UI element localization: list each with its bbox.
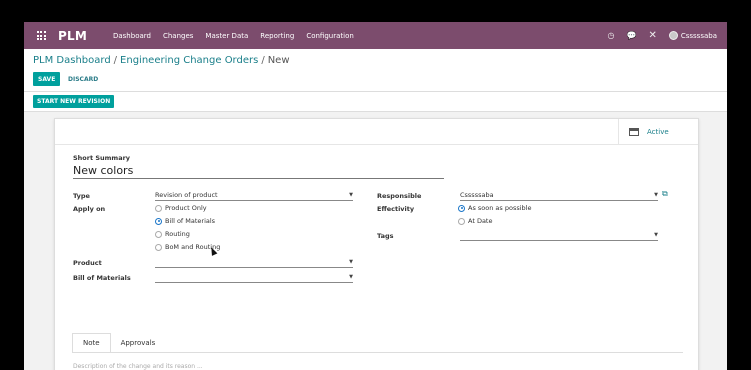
radio-product-only[interactable]: Product Only (155, 204, 207, 212)
bom-label: Bill of Materials (73, 274, 131, 282)
avatar (668, 31, 678, 40)
short-summary-input[interactable]: New colors (73, 164, 444, 179)
radio-at-date[interactable]: At Date (458, 217, 492, 225)
messages-chat-icon[interactable]: 💬 (626, 31, 636, 40)
product-label: Product (73, 259, 102, 267)
start-new-revision-button[interactable]: START NEW REVISION (33, 95, 115, 108)
tab-divider (72, 352, 683, 353)
systray: ◷ 💬 ✕ Csssssaba (608, 30, 728, 41)
breadcrumb-plm-dashboard[interactable]: PLM Dashboard (33, 55, 111, 66)
short-summary-label: Short Summary (73, 154, 131, 162)
dropdown-caret-icon: ▼ (654, 192, 658, 198)
apply-on-label: Apply on (73, 205, 106, 213)
tags-label: Tags (377, 232, 394, 240)
note-textarea[interactable]: Description of the change and its reason… (73, 363, 203, 370)
top-navbar: PLM Dashboard Changes Master Data Report… (24, 22, 727, 49)
tab-note[interactable]: Note (72, 333, 111, 353)
bom-select[interactable]: ▼ (155, 273, 353, 283)
control-panel: PLM Dashboard / Engineering Change Orders /… (24, 49, 727, 92)
form-statusbar: START NEW REVISION (24, 92, 727, 112)
dropdown-caret-icon: ▼ (654, 232, 658, 238)
menu-item-changes[interactable]: Changes (157, 32, 199, 40)
responsible-label: Responsible (377, 192, 422, 200)
menu-item-configuration[interactable]: Configuration (300, 32, 359, 40)
type-value: Revision of product (155, 191, 218, 199)
active-toggle-button[interactable]: Active (618, 119, 698, 145)
archive-icon (629, 128, 639, 136)
smart-button-box: Active (55, 119, 698, 145)
app-screen: PLM Dashboard Changes Master Data Report… (24, 22, 727, 370)
tags-input[interactable]: ▼ (460, 231, 658, 241)
form-sheet: Active Short Summary New colors Type Rev… (54, 118, 699, 370)
dropdown-caret-icon: ▼ (349, 274, 353, 280)
apps-menu-icon[interactable] (28, 22, 54, 49)
tab-approvals[interactable]: Approvals (111, 333, 166, 353)
menu-item-reporting[interactable]: Reporting (254, 32, 300, 40)
close-icon[interactable]: ✕ (648, 30, 656, 41)
activity-clock-icon[interactable]: ◷ (608, 31, 615, 40)
notebook-tabs: Note Approvals (72, 333, 165, 353)
responsible-value: Csssssaba (460, 191, 494, 199)
radio-as-soon-as-possible[interactable]: As soon as possible (458, 204, 531, 212)
discard-button[interactable]: DISCARD (66, 72, 100, 86)
main-menu: Dashboard Changes Master Data Reporting … (107, 32, 360, 40)
dropdown-caret-icon: ▼ (349, 192, 353, 198)
save-button[interactable]: SAVE (33, 72, 61, 86)
type-label: Type (73, 192, 90, 200)
breadcrumb-current: New (267, 55, 290, 66)
app-brand[interactable]: PLM (58, 29, 87, 43)
user-name: Csssssaba (680, 31, 717, 40)
breadcrumb-eco[interactable]: Engineering Change Orders (120, 55, 258, 66)
menu-item-dashboard[interactable]: Dashboard (107, 32, 157, 40)
radio-bill-of-materials[interactable]: Bill of Materials (155, 217, 215, 225)
responsible-select[interactable]: Csssssaba ▼ (460, 191, 658, 201)
type-select[interactable]: Revision of product ▼ (155, 191, 353, 201)
product-select[interactable]: ▼ (155, 258, 353, 268)
active-label: Active (647, 128, 669, 136)
menu-item-master-data[interactable]: Master Data (199, 32, 254, 40)
user-menu[interactable]: Csssssaba (668, 31, 717, 40)
radio-routing[interactable]: Routing (155, 230, 190, 238)
effectivity-label: Effectivity (377, 205, 415, 213)
dropdown-caret-icon: ▼ (349, 259, 353, 265)
external-link-icon[interactable]: ⧉ (662, 189, 668, 199)
breadcrumb: PLM Dashboard / Engineering Change Orders /… (33, 55, 290, 66)
